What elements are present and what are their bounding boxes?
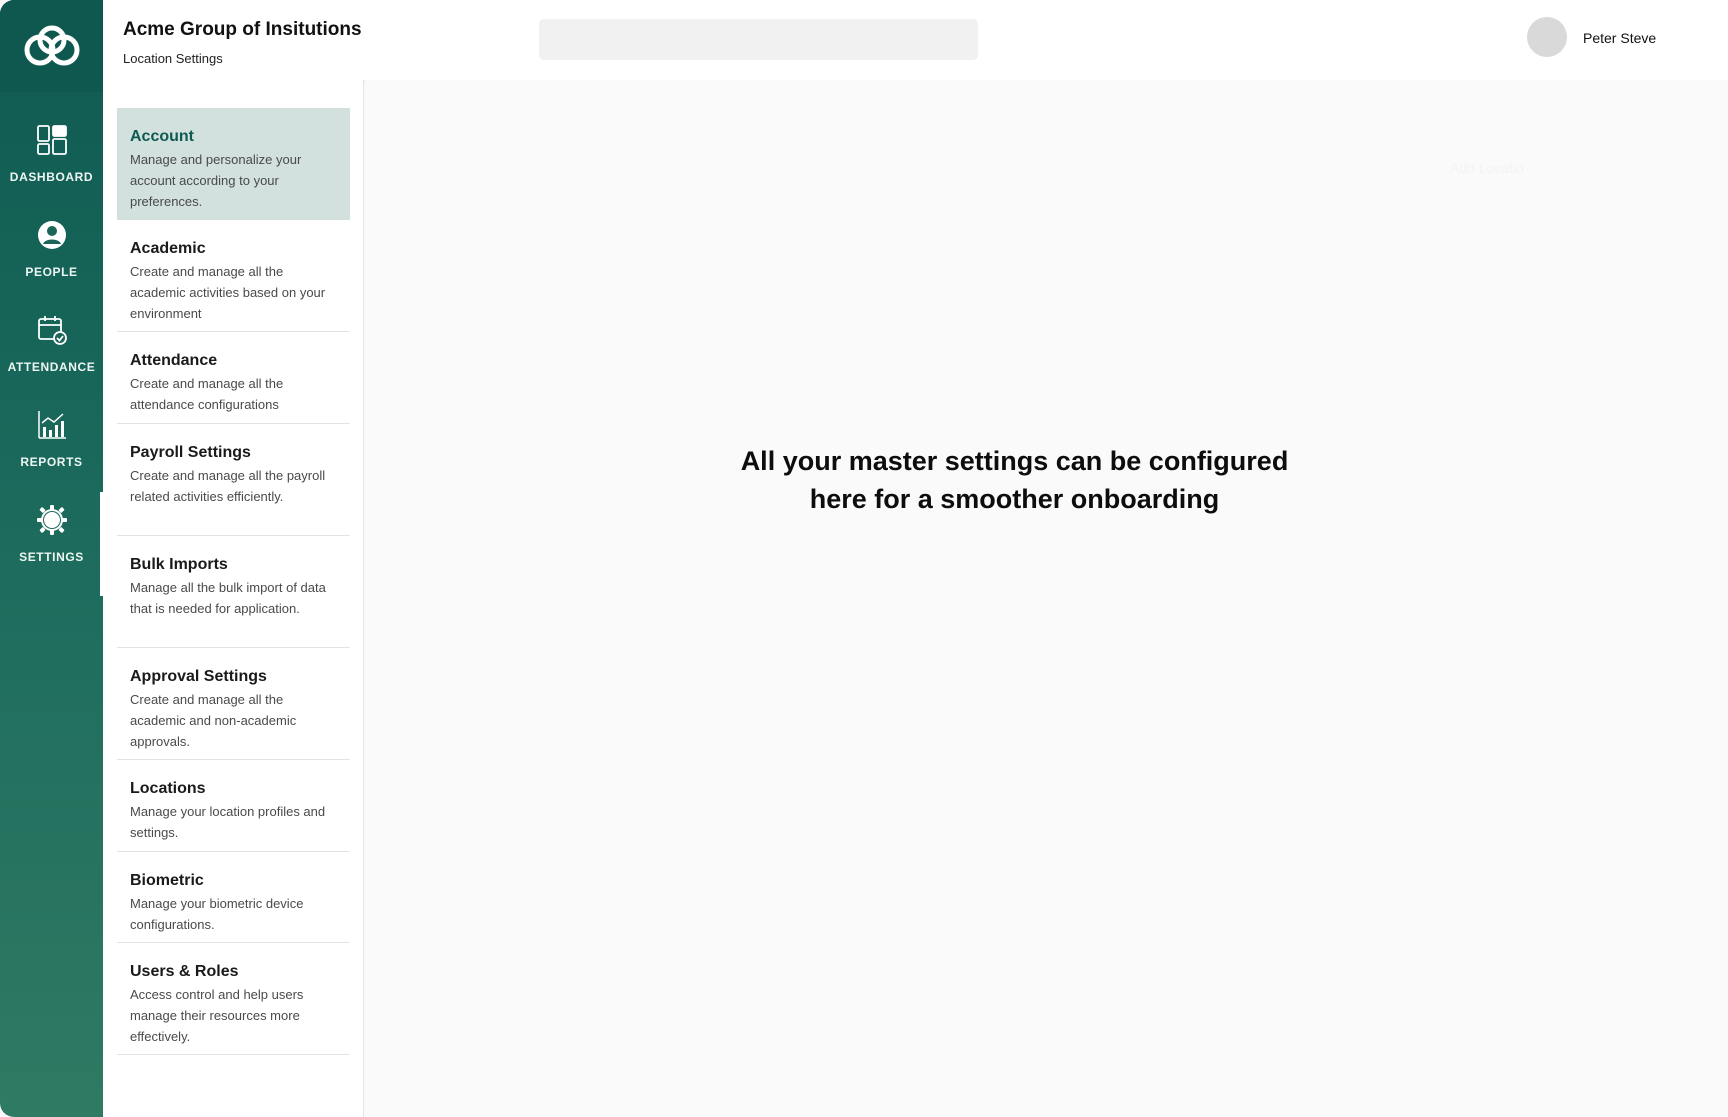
organization-name: Acme Group of Insitutions xyxy=(123,19,362,40)
dashboard-icon xyxy=(32,120,72,160)
settings-item-title: Locations xyxy=(130,780,206,797)
page-subtitle: Location Settings xyxy=(123,51,223,66)
nav-settings[interactable]: SETTINGS xyxy=(0,492,103,578)
settings-item-biometric[interactable]: Biometric Manage your biometric device c… xyxy=(117,852,350,943)
avatar[interactable] xyxy=(1527,17,1567,57)
nav-label: SETTINGS xyxy=(19,550,84,564)
nav-dashboard[interactable]: DASHBOARD xyxy=(0,112,103,198)
empty-state-message: All your master settings can be configur… xyxy=(365,442,1664,518)
settings-item-title: Attendance xyxy=(130,352,218,369)
user-name[interactable]: Peter Steve xyxy=(1583,30,1656,46)
settings-item-title: Approval Settings xyxy=(130,668,267,685)
add-location-button[interactable]: Add Locatio xyxy=(1450,160,1524,176)
calendar-check-icon xyxy=(32,310,72,350)
empty-state-line: All your master settings can be configur… xyxy=(740,446,1289,476)
settings-item-description: Create and manage all the academic and n… xyxy=(130,692,297,749)
settings-item-description: Manage your location profiles and settin… xyxy=(130,804,326,840)
settings-menu: Account Manage and personalize your acco… xyxy=(103,80,364,1117)
nav-reports[interactable]: REPORTS xyxy=(0,397,103,483)
settings-item-account[interactable]: Account Manage and personalize your acco… xyxy=(117,108,350,220)
settings-item-description: Manage and personalize your account acco… xyxy=(130,152,302,209)
settings-item-title: Account xyxy=(130,128,194,145)
settings-item-title: Payroll Settings xyxy=(130,444,251,461)
settings-item-title: Academic xyxy=(130,240,206,257)
settings-item-title: Bulk Imports xyxy=(130,556,228,573)
gear-icon xyxy=(32,500,72,540)
person-icon xyxy=(32,215,72,255)
settings-item-payroll[interactable]: Payroll Settings Create and manage all t… xyxy=(117,424,350,536)
settings-item-description: Create and manage all the payroll relate… xyxy=(130,468,326,504)
settings-item-description: Create and manage all the academic activ… xyxy=(130,264,326,321)
app-logo[interactable] xyxy=(0,0,103,92)
nav-attendance[interactable]: ATTENDANCE xyxy=(0,302,103,388)
settings-item-attendance[interactable]: Attendance Create and manage all the att… xyxy=(117,332,350,424)
search-input[interactable] xyxy=(539,19,978,60)
nav-label: REPORTS xyxy=(20,455,83,469)
chart-icon xyxy=(32,405,72,445)
logo-icon xyxy=(24,25,79,66)
settings-item-description: Manage your biometric device configurati… xyxy=(130,896,304,932)
settings-item-description: Access control and help users manage the… xyxy=(130,987,304,1044)
nav-label: ATTENDANCE xyxy=(7,360,96,374)
nav-people[interactable]: PEOPLE xyxy=(0,207,103,293)
settings-item-description: Create and manage all the attendance con… xyxy=(130,376,284,412)
settings-item-description: Manage all the bulk import of data that … xyxy=(130,580,326,616)
empty-state-line: here for a smoother onboarding xyxy=(809,484,1220,514)
nav-label: DASHBOARD xyxy=(9,170,94,184)
settings-item-title: Users & Roles xyxy=(130,963,239,980)
settings-item-bulk-imports[interactable]: Bulk Imports Manage all the bulk import … xyxy=(117,536,350,648)
settings-item-approval[interactable]: Approval Settings Create and manage all … xyxy=(117,648,350,760)
top-header: Acme Group of Insitutions Location Setti… xyxy=(103,0,1728,80)
main-content: Add Locatio All your master settings can… xyxy=(365,80,1728,1117)
settings-item-locations[interactable]: Locations Manage your location profiles … xyxy=(117,760,350,852)
settings-item-title: Biometric xyxy=(130,872,204,889)
settings-item-users-roles[interactable]: Users & Roles Access control and help us… xyxy=(117,943,350,1055)
side-nav-rail: DASHBOARD PEOPLE ATTENDANCE REPORTS SETT… xyxy=(0,0,103,1117)
settings-item-academic[interactable]: Academic Create and manage all the acade… xyxy=(117,220,350,332)
nav-label: PEOPLE xyxy=(25,265,78,279)
